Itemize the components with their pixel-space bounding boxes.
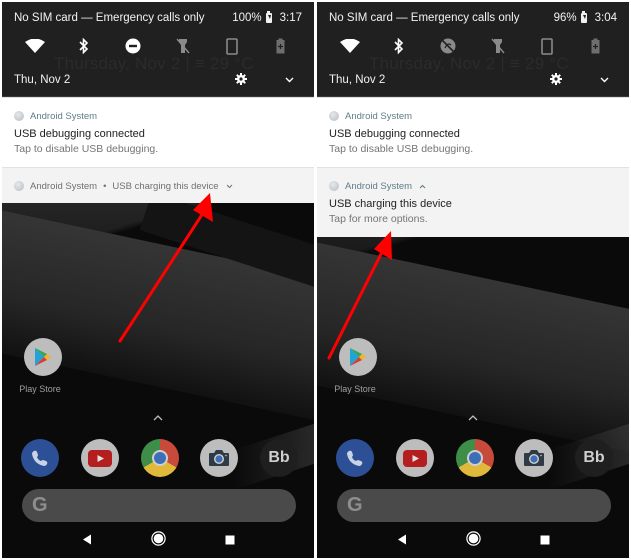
camera-app-icon[interactable] (515, 439, 554, 477)
auto-rotate-icon[interactable] (219, 35, 245, 57)
weather-ghost-text: Thursday, Nov 2 | ≡ 29 °C (369, 54, 569, 73)
play-store-icon (24, 338, 62, 376)
android-system-icon (14, 111, 24, 121)
quick-tiles (12, 35, 304, 57)
qs-footer: Thu, Nov 2 (329, 72, 617, 88)
notification-text: Tap for more options. (329, 213, 428, 225)
do-not-disturb-icon[interactable] (120, 35, 146, 57)
expand-chevron-icon[interactable] (285, 74, 294, 86)
dock: Bb (21, 439, 306, 479)
app-play-store[interactable]: Play Store (19, 338, 65, 394)
bb-app-glyph: Bb (268, 449, 290, 466)
date-text: Thu, Nov 2 (14, 74, 71, 86)
home-button[interactable] (465, 531, 481, 551)
google-search-bar[interactable]: G (337, 489, 611, 522)
bluetooth-icon[interactable] (386, 35, 412, 57)
app-label: Play Store (334, 384, 376, 394)
battery-charging-icon (265, 11, 272, 23)
status-bar: No SIM card — Emergency calls only 100% … (14, 10, 302, 26)
notification-usb-debugging[interactable]: Android System USB debugging connected T… (2, 97, 314, 167)
settings-gear-icon[interactable] (550, 72, 562, 88)
auto-rotate-icon[interactable] (534, 35, 560, 57)
collapse-chevron-icon[interactable] (419, 182, 426, 191)
google-search-bar[interactable]: G (22, 489, 296, 522)
youtube-app-icon[interactable] (80, 439, 119, 477)
qs-footer: Thu, Nov 2 (14, 72, 302, 88)
android-system-icon (329, 111, 339, 121)
android-system-icon (14, 181, 24, 191)
notification-app-name: Android System (30, 110, 98, 122)
wifi-icon[interactable] (22, 35, 48, 57)
notification-text: Tap to disable USB debugging. (329, 143, 474, 155)
notification-usb-debugging[interactable]: Android System USB debugging connected T… (317, 97, 629, 167)
phone-app-icon[interactable] (21, 439, 59, 477)
phone-screenshot-right: No SIM card — Emergency calls only 96% 3… (317, 2, 629, 558)
battery-percent: 100% (232, 12, 262, 24)
notification-app-name: Android System (345, 180, 413, 192)
expand-chevron-icon[interactable] (600, 74, 609, 86)
weather-ghost-text: Thursday, Nov 2 | ≡ 29 °C (54, 54, 254, 73)
date-text: Thu, Nov 2 (329, 74, 386, 86)
status-bar: No SIM card — Emergency calls only 96% 3… (329, 10, 617, 26)
notification-summary: USB charging this device (112, 180, 219, 192)
bb-app-icon[interactable]: Bb (260, 439, 298, 477)
battery-saver-icon[interactable] (583, 35, 609, 57)
notification-title: USB debugging connected (329, 128, 460, 140)
home-button[interactable] (150, 531, 166, 551)
bb-app-glyph: Bb (583, 449, 605, 466)
notification-title: USB debugging connected (14, 128, 145, 140)
youtube-app-icon[interactable] (395, 439, 434, 477)
app-drawer-chevron-icon[interactable] (468, 413, 478, 424)
google-g-icon: G (347, 494, 363, 516)
settings-gear-icon[interactable] (235, 72, 247, 88)
quick-settings-panel: No SIM card — Emergency calls only 100% … (2, 2, 314, 96)
battery-percent: 96% (553, 12, 577, 24)
chrome-app-icon[interactable] (455, 439, 494, 477)
android-system-icon (329, 181, 339, 191)
carrier-text: No SIM card — Emergency calls only (14, 12, 205, 24)
clock: 3:04 (594, 12, 617, 24)
notification-title: USB charging this device (329, 198, 452, 210)
app-play-store[interactable]: Play Store (334, 338, 380, 394)
bb-app-icon[interactable]: Bb (575, 439, 613, 477)
battery-saver-icon[interactable] (268, 35, 294, 57)
separator-dot: • (103, 180, 107, 192)
wifi-icon[interactable] (337, 35, 363, 57)
google-g-icon: G (32, 494, 48, 516)
expand-chevron-icon[interactable] (226, 182, 233, 191)
notification-text: Tap to disable USB debugging. (14, 143, 159, 155)
clock: 3:17 (279, 12, 302, 24)
quick-settings-panel: No SIM card — Emergency calls only 96% 3… (317, 2, 629, 96)
app-drawer-chevron-icon[interactable] (153, 413, 163, 424)
carrier-text: No SIM card — Emergency calls only (329, 12, 520, 24)
bluetooth-icon[interactable] (71, 35, 97, 57)
app-label: Play Store (19, 384, 61, 394)
chrome-app-icon[interactable] (140, 439, 179, 477)
recents-button[interactable] (540, 532, 550, 550)
camera-app-icon[interactable] (200, 439, 239, 477)
battery-charging-icon (580, 11, 587, 23)
recents-button[interactable] (225, 532, 235, 550)
phone-app-icon[interactable] (336, 439, 374, 477)
back-button[interactable] (397, 532, 407, 550)
dock: Bb (336, 439, 621, 479)
play-store-icon (339, 338, 377, 376)
notification-app-name: Android System (345, 110, 413, 122)
notification-usb-charging-expanded[interactable]: Android System USB charging this device … (317, 167, 629, 237)
flashlight-off-icon[interactable] (485, 35, 511, 57)
data-saver-off-icon[interactable] (435, 35, 461, 57)
notification-app-name: Android System (30, 180, 98, 192)
notification-usb-charging-collapsed[interactable]: Android System • USB charging this devic… (2, 167, 314, 203)
quick-tiles (327, 35, 619, 57)
navigation-bar (317, 528, 629, 554)
flashlight-off-icon[interactable] (170, 35, 196, 57)
navigation-bar (2, 528, 314, 554)
back-button[interactable] (82, 532, 92, 550)
phone-screenshot-left: No SIM card — Emergency calls only 100% … (2, 2, 314, 558)
